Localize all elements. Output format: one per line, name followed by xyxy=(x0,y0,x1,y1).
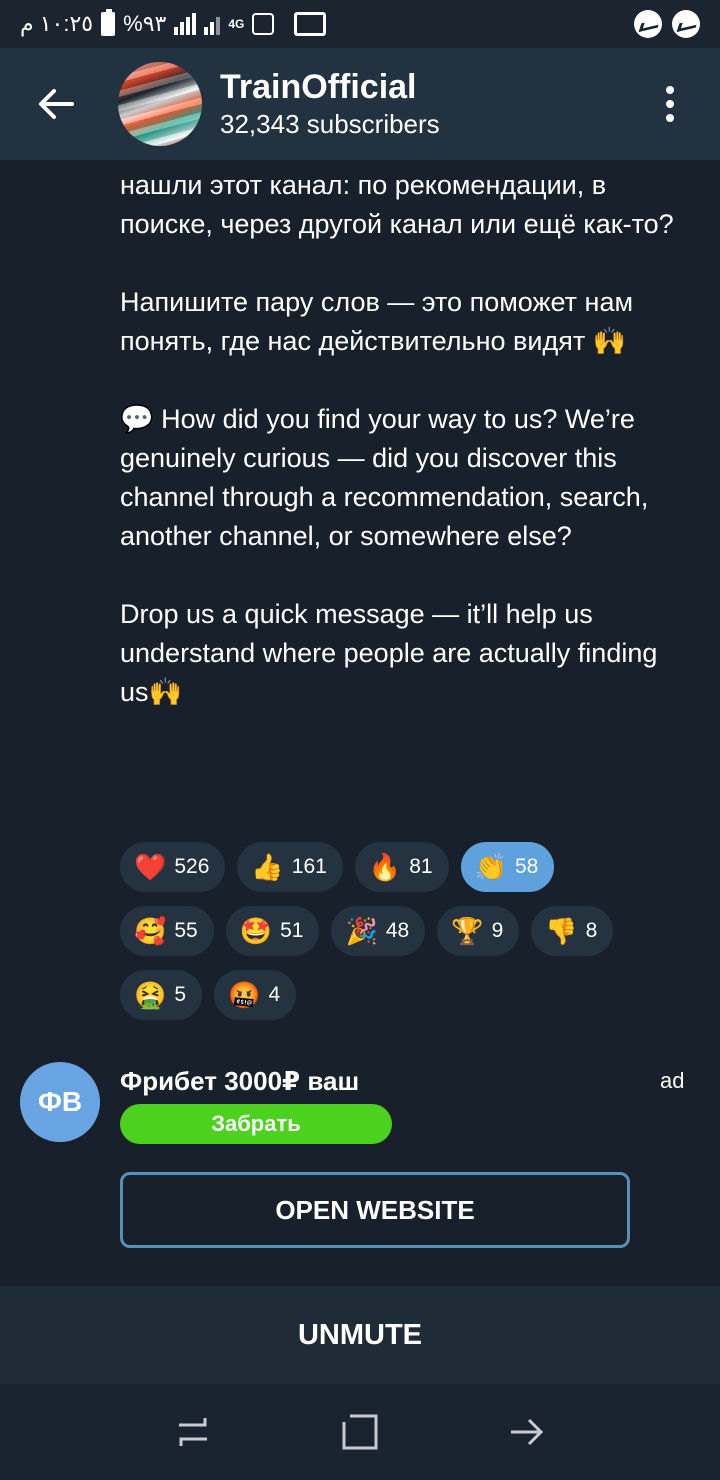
reaction-count: 5 xyxy=(174,983,187,1006)
star-struck-icon: 🤩 xyxy=(239,916,273,946)
reaction-swearing[interactable]: 🤬 4 xyxy=(214,970,297,1020)
channel-info[interactable]: TrainOfficial 32,343 subscribers xyxy=(220,67,440,141)
reaction-count: 526 xyxy=(174,855,210,878)
paragraph: Drop us a quick message — it’ll help us … xyxy=(120,595,680,712)
ad-label[interactable]: ad xyxy=(660,1068,684,1094)
reaction-row: 🤮 5 🤬 4 xyxy=(120,970,660,1020)
reaction-count: 9 xyxy=(491,919,504,942)
status-right xyxy=(634,10,700,38)
reaction-thumbs-down[interactable]: 👎 8 xyxy=(531,906,614,956)
reaction-count: 8 xyxy=(585,919,598,942)
back-nav-button[interactable] xyxy=(502,1407,552,1457)
reaction-vomit[interactable]: 🤮 5 xyxy=(120,970,203,1020)
party-popper-icon: 🎉 xyxy=(345,916,378,946)
reaction-count: 55 xyxy=(174,919,198,942)
reaction-row: ❤️ 526 👍 161 🔥 81 👏 58 xyxy=(120,842,660,892)
network-type: 4G xyxy=(228,16,245,31)
paragraph: нашли этот канал: по рекомендации, в пои… xyxy=(120,166,680,244)
swearing-face-icon: 🤬 xyxy=(228,980,261,1010)
back-nav-icon xyxy=(510,1418,543,1446)
home-icon xyxy=(342,1414,378,1450)
back-button[interactable] xyxy=(26,74,86,134)
dot-icon xyxy=(666,114,674,122)
reaction-clap[interactable]: 👏 58 xyxy=(460,842,555,892)
reaction-row: 🥰 55 🤩 51 🎉 48 🏆 9 👎 8 xyxy=(120,906,660,956)
sim-icon xyxy=(252,13,275,35)
reaction-party[interactable]: 🎉 48 xyxy=(331,906,426,956)
paragraph-text: How did you find your way to us? We’re g… xyxy=(120,404,649,551)
status-left: ١٠:٢٥ م %٩٣ 4G xyxy=(20,9,327,37)
signal-icon-2 xyxy=(204,13,221,35)
recent-apps-icon xyxy=(179,1418,208,1446)
fire-icon: 🔥 xyxy=(368,852,402,882)
more-options-button[interactable] xyxy=(658,86,682,122)
reaction-count: 81 xyxy=(409,855,433,878)
paragraph-text: нашли этот канал: по рекомендации, в пои… xyxy=(120,170,674,239)
ad-avatar[interactable]: ФВ xyxy=(20,1062,100,1142)
reaction-trophy[interactable]: 🏆 9 xyxy=(437,906,520,956)
open-website-button[interactable]: OPEN WEBSITE xyxy=(120,1172,630,1248)
reactions: ❤️ 526 👍 161 🔥 81 👏 58 🥰 55 🤩 51 🎉 48 🏆 9 👎 8 🤮 5 … xyxy=(120,842,660,1034)
messenger-icon-2 xyxy=(672,10,700,38)
heart-icon: ❤️ xyxy=(134,852,167,882)
clap-icon: 👏 xyxy=(474,852,507,882)
speech-bubble-icon: 💬 xyxy=(120,404,154,434)
trophy-icon: 🏆 xyxy=(451,916,484,946)
vomiting-face-icon: 🤮 xyxy=(134,980,167,1010)
unmute-button[interactable]: UNMUTE xyxy=(0,1286,720,1384)
paragraph: Напишите пару слов — это поможет нам пон… xyxy=(120,283,680,361)
battery-icon xyxy=(101,9,116,36)
channel-post: нашли этот канал: по рекомендации, в пои… xyxy=(120,166,680,712)
raised-hands-icon: 🙌 xyxy=(148,677,183,707)
paragraph-text: Напишите пару слов — это поможет нам пон… xyxy=(120,287,634,356)
status-time: ١٠:٢٥ م xyxy=(20,11,94,36)
reaction-star-struck[interactable]: 🤩 51 xyxy=(225,906,320,956)
chat-header: TrainOfficial 32,343 subscribers xyxy=(0,48,720,160)
paragraph-text: Drop us a quick message — it’ll help us … xyxy=(120,599,658,707)
thumbs-down-icon: 👎 xyxy=(545,916,578,946)
reaction-thumbs-up[interactable]: 👍 161 xyxy=(237,842,343,892)
thumbs-up-icon: 👍 xyxy=(251,852,284,882)
signal-icon xyxy=(174,13,197,35)
ad-claim-button[interactable]: Забрать xyxy=(120,1104,392,1144)
ad-title[interactable]: Фрибет 3000₽ ваш xyxy=(120,1066,359,1097)
subscriber-count: 32,343 subscribers xyxy=(220,109,440,139)
battery-percent: %٩٣ xyxy=(123,11,167,36)
reaction-count: 48 xyxy=(385,919,410,942)
reaction-count: 161 xyxy=(291,855,327,878)
status-bar: ١٠:٢٥ م %٩٣ 4G xyxy=(0,0,720,48)
system-nav-bar xyxy=(0,1384,720,1480)
reaction-count: 58 xyxy=(514,855,539,878)
reaction-love-face[interactable]: 🥰 55 xyxy=(120,906,214,956)
messenger-icon xyxy=(634,10,662,38)
cast-icon xyxy=(294,12,327,36)
dot-icon xyxy=(666,100,674,108)
reaction-heart[interactable]: ❤️ 526 xyxy=(120,842,226,892)
reaction-count: 51 xyxy=(280,919,304,942)
dot-icon xyxy=(666,86,674,94)
home-button[interactable] xyxy=(335,1407,385,1457)
arrow-left-icon xyxy=(39,89,74,119)
paragraph: 💬 How did you find your way to us? We’re… xyxy=(120,400,680,556)
recent-apps-button[interactable] xyxy=(168,1407,218,1457)
channel-name: TrainOfficial xyxy=(220,68,417,106)
channel-avatar[interactable] xyxy=(118,62,202,146)
raised-hands-icon: 🙌 xyxy=(592,326,627,356)
smiling-hearts-icon: 🥰 xyxy=(134,916,167,946)
post-text: нашли этот канал: по рекомендации, в пои… xyxy=(120,166,680,712)
reaction-fire[interactable]: 🔥 81 xyxy=(354,842,449,892)
reaction-count: 4 xyxy=(268,983,281,1006)
